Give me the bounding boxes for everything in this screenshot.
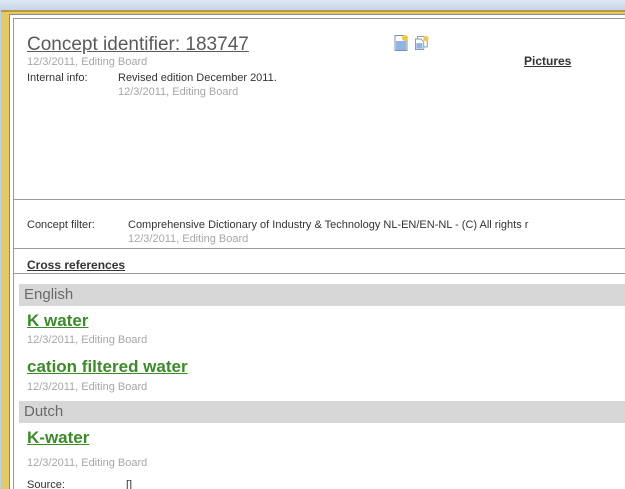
term-meta: 12/3/2011, Editing Board xyxy=(27,457,148,469)
source-label: Source: xyxy=(27,479,65,489)
divider xyxy=(14,199,625,200)
concept-meta: 12/3/2011, Editing Board xyxy=(27,56,148,68)
concept-filter-value: Comprehensive Dictionary of Industry & T… xyxy=(128,219,529,231)
concept-frame: Concept identifier: 183747 12/3/2011, Ed… xyxy=(9,14,625,489)
concept-title[interactable]: Concept identifier: 183747 xyxy=(27,34,249,56)
divider xyxy=(14,273,625,274)
top-bar xyxy=(0,0,625,10)
internal-info-meta: 12/3/2011, Editing Board xyxy=(118,86,239,98)
divider xyxy=(14,248,625,249)
internal-info-value: Revised edition December 2011. xyxy=(118,72,277,84)
term-meta: 12/3/2011, Editing Board xyxy=(27,334,148,346)
concept-panel: Concept identifier: 183747 12/3/2011, Ed… xyxy=(13,18,625,489)
language-header-english: English xyxy=(19,284,625,306)
internal-info-label: Internal info: xyxy=(27,72,88,84)
new-page-icon[interactable] xyxy=(394,35,408,51)
source-value: [] xyxy=(126,479,133,489)
term-link[interactable]: cation filtered water xyxy=(27,357,188,377)
concept-filter-label: Concept filter: xyxy=(27,219,95,231)
term-link[interactable]: K-water xyxy=(27,428,89,448)
language-header-dutch: Dutch xyxy=(19,401,625,423)
pictures-link[interactable]: Pictures xyxy=(524,54,571,68)
cross-references-link[interactable]: Cross references xyxy=(27,258,125,272)
term-meta: 12/3/2011, Editing Board xyxy=(27,381,148,393)
concept-filter-meta: 12/3/2011, Editing Board xyxy=(128,233,249,245)
term-link[interactable]: K water xyxy=(27,311,88,331)
copy-page-icon[interactable] xyxy=(415,35,429,51)
